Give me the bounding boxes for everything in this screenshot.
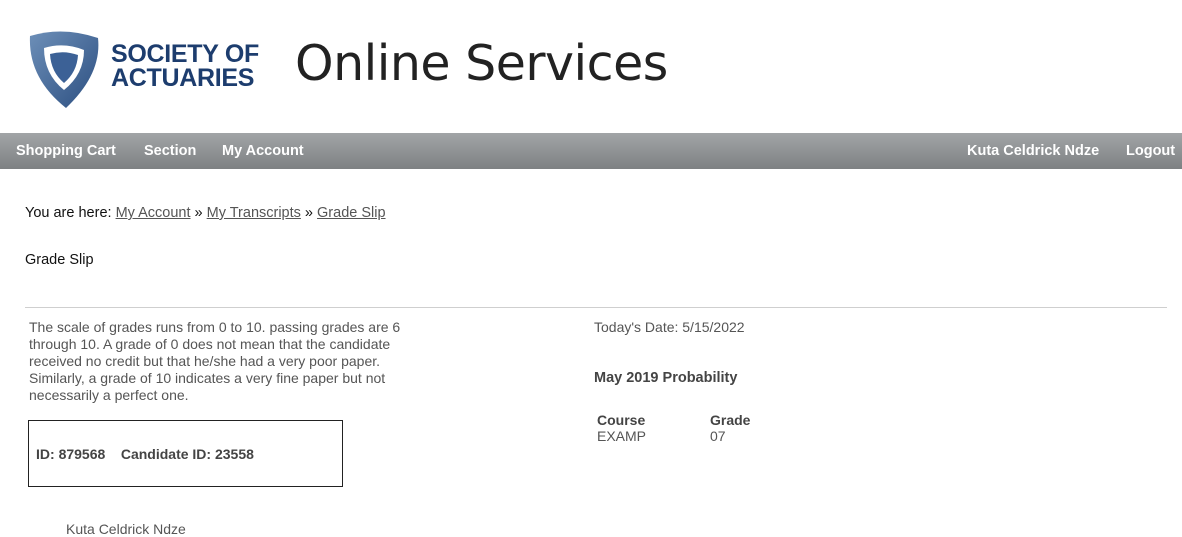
todays-date: Today's Date: 5/15/2022 [594,319,745,335]
breadcrumb-grade-slip[interactable]: Grade Slip [317,205,386,221]
breadcrumb-prefix: You are here: [25,205,116,221]
logo-line-1: SOCIETY OF [111,40,259,68]
nav-section[interactable]: Section [144,143,196,159]
breadcrumb-my-transcripts[interactable]: My Transcripts [207,205,301,221]
divider [25,307,1167,308]
column-header-course: Course [597,412,646,428]
id-line: ID: 879568 Candidate ID: 23558 [36,446,254,462]
id-value: 879568 [58,446,106,462]
soa-logo[interactable]: SOCIETY OF ACTUARIES [22,28,262,112]
breadcrumb: You are here: My Account » My Transcript… [25,205,386,221]
table-header-row: Course Grade [597,412,750,428]
grades-table: Course Grade EXAMP 07 [597,412,750,444]
candidate-id-label: Candidate ID: [120,446,212,462]
table-row: EXAMP 07 [597,428,750,444]
breadcrumb-separator: » [190,205,207,221]
column-header-grade: Grade [710,412,751,428]
breadcrumb-separator: » [300,205,318,221]
shield-icon [29,31,99,109]
id-box: ID: 879568 Candidate ID: 23558 [28,420,343,487]
page-title: Grade Slip [25,252,94,268]
nav-shopping-cart[interactable]: Shopping Cart [16,143,116,159]
exam-title: May 2019 Probability [594,370,738,386]
logo-wordmark: SOCIETY OF ACTUARIES [111,40,259,92]
nav-my-account[interactable]: My Account [222,143,304,159]
nav-logout[interactable]: Logout [1126,143,1175,159]
nav-user-name[interactable]: Kuta Celdrick Ndze [967,143,1099,159]
site-header: SOCIETY OF ACTUARIES Online Services [0,0,1182,133]
grade-cell: 07 [710,428,726,444]
course-cell: EXAMP [597,428,647,444]
breadcrumb-my-account[interactable]: My Account [116,205,191,221]
grade-scale-description: The scale of grades runs from 0 to 10. p… [29,319,401,403]
logo-line-2: ACTUARIES [111,64,255,92]
id-label: ID: [36,446,55,462]
site-title: Online Services [295,35,668,92]
candidate-id-value: 23558 [214,446,254,462]
top-navbar: Shopping Cart Section My Account Kuta Ce… [0,133,1182,169]
candidate-name: Kuta Celdrick Ndze [66,521,186,537]
